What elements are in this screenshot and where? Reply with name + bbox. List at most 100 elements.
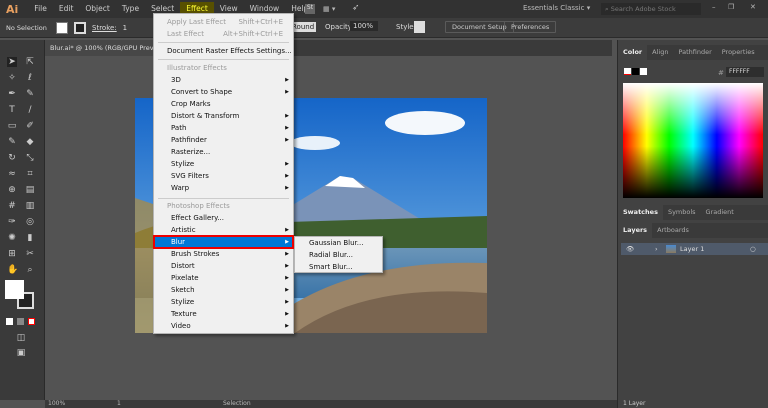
menu-item-smart-blur[interactable]: Smart Blur... [295, 261, 382, 273]
menu-type[interactable]: Type [116, 2, 145, 16]
preferences-button[interactable]: Preferences [504, 21, 557, 33]
none-color-icon[interactable] [624, 68, 631, 75]
tab-color[interactable]: Color [618, 45, 648, 60]
workspace-layout-icon[interactable]: ▦ ▾ [323, 5, 335, 13]
layer-name[interactable]: Layer 1 [680, 243, 704, 255]
menu-item-texture[interactable]: Texture ▶ [154, 308, 293, 320]
rotate-tool-icon[interactable]: ↻ [7, 153, 17, 163]
menu-item-effect-gallery[interactable]: Effect Gallery... [154, 212, 293, 224]
restore-button[interactable]: ❐ [728, 3, 734, 11]
hand-tool-icon[interactable]: ✋ [7, 265, 18, 275]
zoom-level[interactable]: 100% [48, 400, 65, 407]
direct-selection-tool-icon[interactable]: ⇱ [25, 57, 35, 67]
black-color-icon[interactable] [632, 68, 639, 75]
menu-item-svg-filters[interactable]: SVG Filters ▶ [154, 170, 293, 182]
type-tool-icon[interactable]: T [7, 105, 17, 115]
tab-layers[interactable]: Layers [618, 223, 653, 238]
eyedropper-icon[interactable]: ✑ [7, 217, 17, 227]
menu-item-pixelate[interactable]: Pixelate ▶ [154, 272, 293, 284]
menu-item-stylize[interactable]: Stylize ▶ [154, 158, 293, 170]
menu-item-distort-transform[interactable]: Distort & Transform ▶ [154, 110, 293, 122]
menu-object[interactable]: Object [79, 2, 115, 16]
menu-item-pathfinder[interactable]: Pathfinder ▶ [154, 134, 293, 146]
stroke-swatch[interactable] [74, 21, 86, 34]
curvature-icon[interactable]: ✎ [25, 89, 35, 99]
draw-mode-icon[interactable]: ◫ [16, 333, 26, 343]
artboard-tool-icon[interactable]: ⊞ [7, 249, 17, 259]
pen-tool-icon[interactable]: ✒ [7, 89, 17, 99]
tab-pathfinder[interactable]: Pathfinder [673, 45, 716, 60]
menu-file[interactable]: File [28, 2, 53, 16]
rocket-icon[interactable]: ➶ [352, 3, 360, 13]
shape-builder-icon[interactable]: ⊕ [7, 185, 17, 195]
symbol-sprayer-icon[interactable]: ✺ [7, 233, 17, 243]
fill-color-box[interactable] [5, 280, 24, 299]
eraser-tool-icon[interactable]: ◆ [25, 137, 35, 147]
none-mode-icon[interactable] [28, 318, 35, 325]
free-transform-icon[interactable]: ⌗ [25, 169, 35, 179]
menu-item-rasterize[interactable]: Rasterize... [154, 146, 293, 158]
perspective-icon[interactable]: ▤ [25, 185, 35, 195]
menu-item-stylize[interactable]: Stylize ▶ [154, 296, 293, 308]
menu-item-video[interactable]: Video ▶ [154, 320, 293, 332]
menu-item-convert-to-shape[interactable]: Convert to Shape ▶ [154, 86, 293, 98]
menu-item-artistic[interactable]: Artistic ▶ [154, 224, 293, 236]
menu-item-raster-settings[interactable]: Document Raster Effects Settings... [154, 45, 293, 57]
tab-artboards[interactable]: Artboards [652, 223, 694, 238]
layer-row[interactable]: 👁 › Layer 1 ○ [621, 243, 768, 255]
artboard-number[interactable]: 1 [117, 400, 121, 407]
stroke-value[interactable]: 1 [123, 24, 127, 32]
target-circle-icon[interactable]: ○ [750, 243, 756, 255]
lasso-icon[interactable]: ℓ [25, 73, 35, 83]
tab-align[interactable]: Align [647, 45, 673, 60]
screen-mode-icon[interactable]: ▣ [16, 348, 26, 358]
menu-item-distort[interactable]: Distort ▶ [154, 260, 293, 272]
stock-icon[interactable]: St [305, 4, 315, 14]
menu-item-radial-blur[interactable]: Radial Blur... [295, 249, 382, 261]
menu-item-gaussian-blur[interactable]: Gaussian Blur... [295, 237, 382, 249]
graph-tool-icon[interactable]: ▮ [25, 233, 35, 243]
mesh-tool-icon[interactable]: # [7, 201, 17, 211]
tab-properties[interactable]: Properties [717, 45, 760, 60]
visibility-eye-icon[interactable]: 👁 [626, 243, 634, 255]
menu-item-crop-marks[interactable]: Crop Marks [154, 98, 293, 110]
document-tab[interactable]: Blur.ai* @ 100% (RGB/GPU Preview) [45, 40, 157, 56]
tab-gradient[interactable]: Gradient [701, 205, 739, 220]
workspace-switcher[interactable]: Essentials Classic ▾ [523, 4, 590, 12]
hex-input[interactable]: FFFFFF [726, 67, 764, 77]
white-color-icon[interactable] [640, 68, 647, 75]
scale-tool-icon[interactable]: ⤡ [25, 153, 35, 163]
slice-tool-icon[interactable]: ✂ [25, 249, 35, 259]
tab-symbols[interactable]: Symbols [663, 205, 701, 220]
color-spectrum[interactable] [623, 83, 763, 198]
close-button[interactable]: ✕ [750, 3, 756, 11]
menu-edit[interactable]: Edit [53, 2, 80, 16]
current-tool[interactable]: Selection [223, 400, 251, 407]
brush-tool-icon[interactable]: ✐ [25, 121, 35, 131]
gradient-mode-icon[interactable] [17, 318, 24, 325]
menu-item-warp[interactable]: Warp ▶ [154, 182, 293, 194]
selection-tool-icon[interactable]: ➤ [7, 57, 17, 67]
stock-search-input[interactable]: ⌕ Search Adobe Stock [601, 3, 701, 15]
minimize-button[interactable]: – [712, 3, 716, 11]
menu-item-sketch[interactable]: Sketch ▶ [154, 284, 293, 296]
width-tool-icon[interactable]: ≈ [7, 169, 17, 179]
gradient-tool-icon[interactable]: ▥ [25, 201, 35, 211]
menu-item-brush-strokes[interactable]: Brush Strokes ▶ [154, 248, 293, 260]
style-swatch[interactable] [414, 21, 425, 33]
line-tool-icon[interactable]: / [25, 105, 35, 115]
menu-item-3d[interactable]: 3D ▶ [154, 74, 293, 86]
zoom-tool-icon[interactable]: ⌕ [25, 265, 35, 275]
opacity-input[interactable]: 100% [350, 21, 378, 31]
magic-wand-icon[interactable]: ✧ [7, 73, 17, 83]
expand-chevron-icon[interactable]: › [655, 243, 658, 255]
fill-swatch[interactable] [56, 21, 68, 34]
tab-swatches[interactable]: Swatches [618, 205, 663, 220]
blend-tool-icon[interactable]: ◎ [25, 217, 35, 227]
menu-item-path[interactable]: Path ▶ [154, 122, 293, 134]
rectangle-tool-icon[interactable]: ▭ [7, 121, 17, 131]
label: Rasterize... [171, 148, 211, 156]
color-mode-icon[interactable] [6, 318, 13, 325]
shaper-tool-icon[interactable]: ✎ [7, 137, 17, 147]
menu-item-blur[interactable]: Blur ▶ [153, 235, 294, 249]
